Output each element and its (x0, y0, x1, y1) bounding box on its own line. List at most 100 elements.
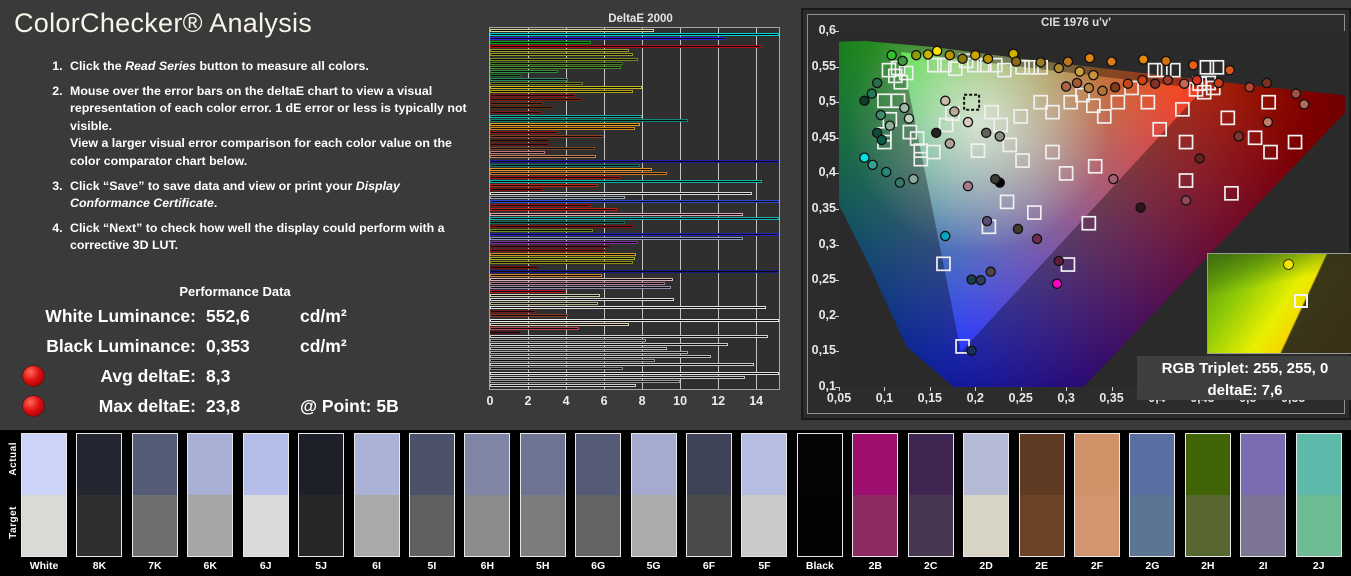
deltae-bar[interactable] (490, 314, 568, 318)
deltae-bar[interactable] (490, 265, 538, 269)
deltae-bar[interactable] (490, 249, 606, 253)
deltae-bar[interactable] (490, 102, 544, 106)
deltae-bar[interactable] (490, 334, 768, 338)
deltae-bar[interactable] (490, 224, 633, 228)
deltae-bar[interactable] (490, 188, 544, 192)
cie-measured-point[interactable] (1135, 202, 1146, 213)
deltae-bar[interactable] (490, 216, 779, 220)
deltae-bar[interactable] (490, 69, 559, 73)
cie-measured-point[interactable] (1060, 81, 1072, 92)
deltae-bar[interactable] (490, 253, 637, 257)
cie-measured-point[interactable] (908, 173, 919, 185)
deltae-bar[interactable] (490, 257, 635, 261)
deltae-bar[interactable] (490, 82, 584, 86)
cie-measured-point[interactable] (1261, 77, 1273, 89)
deltae-bar[interactable] (490, 269, 779, 273)
deltae-bar[interactable] (490, 241, 639, 245)
deltae-bar[interactable] (490, 122, 641, 126)
cie-measured-point[interactable] (1191, 74, 1203, 86)
cie-measured-point[interactable] (1108, 173, 1119, 185)
cie-measured-point[interactable] (1149, 78, 1161, 89)
deltae-bar[interactable] (490, 179, 762, 183)
deltae-bar[interactable] (490, 204, 591, 208)
deltae-bar[interactable] (490, 290, 567, 293)
deltae-bar[interactable] (490, 45, 762, 49)
cie-measured-point[interactable] (966, 345, 977, 356)
deltae-bar[interactable] (490, 208, 618, 212)
cie-measured-point[interactable] (962, 116, 974, 128)
cie-measured-point[interactable] (1137, 74, 1148, 86)
deltae-bar[interactable] (490, 318, 779, 322)
cie-measured-point[interactable] (1053, 255, 1065, 267)
deltae-bar[interactable] (490, 49, 629, 53)
cie-measured-point[interactable] (962, 180, 974, 192)
deltae-bar[interactable] (490, 167, 652, 171)
deltae-bar[interactable] (490, 277, 673, 281)
deltae-bar[interactable] (490, 114, 643, 118)
deltae-bar[interactable] (490, 371, 779, 375)
deltae-bar[interactable] (490, 330, 521, 334)
deltae-bar[interactable] (490, 163, 641, 167)
deltae-bar[interactable] (490, 53, 633, 57)
deltae-bar[interactable] (490, 33, 779, 37)
deltae-bar[interactable] (490, 171, 667, 175)
cie-measured-point[interactable] (899, 102, 910, 114)
cie-measured-point[interactable] (867, 159, 878, 171)
cie-measured-point[interactable] (985, 266, 996, 277)
cie-measured-point[interactable] (1097, 85, 1108, 97)
deltae-bar[interactable] (490, 73, 523, 77)
deltae-bar[interactable] (490, 326, 580, 330)
deltae-bar[interactable] (490, 175, 622, 179)
cie-measured-point[interactable] (1010, 56, 1022, 67)
deltae-bar[interactable] (490, 65, 622, 69)
deltae-bar[interactable] (490, 118, 688, 122)
cie-measured-point[interactable] (981, 215, 993, 227)
deltae-bar[interactable] (490, 367, 624, 371)
deltae-bar[interactable] (490, 151, 546, 155)
deltae-bar[interactable] (490, 110, 542, 114)
deltae-bar[interactable] (490, 61, 624, 65)
deltae-bar[interactable] (490, 281, 665, 285)
deltae-bar[interactable] (490, 285, 671, 289)
cie-measured-point[interactable] (1074, 66, 1085, 77)
cie-measured-point[interactable] (931, 45, 943, 57)
deltae-bar[interactable] (490, 310, 536, 314)
cie-measured-point[interactable] (1178, 78, 1190, 89)
cie-measured-point[interactable] (1162, 74, 1174, 86)
cie-measured-point[interactable] (1138, 54, 1149, 65)
cie-measured-point[interactable] (894, 177, 906, 188)
cie-measured-point[interactable] (886, 49, 897, 61)
deltae-bar[interactable] (490, 126, 635, 130)
deltae-bar[interactable] (490, 363, 755, 367)
cie-measured-point[interactable] (1233, 131, 1244, 142)
deltae-bar[interactable] (490, 379, 681, 383)
cie-measured-point[interactable] (866, 88, 877, 99)
deltae-bar[interactable] (490, 130, 559, 134)
deltae-bar[interactable] (490, 159, 779, 163)
deltae-bar[interactable] (490, 232, 779, 236)
cie-measured-point[interactable] (880, 166, 892, 178)
cie-measured-point[interactable] (957, 53, 968, 65)
deltae-bar[interactable] (490, 359, 656, 363)
cie-measured-point[interactable] (1088, 69, 1099, 81)
deltae-bar[interactable] (490, 383, 637, 387)
cie-measured-point[interactable] (1224, 64, 1235, 76)
cie-measured-point[interactable] (1244, 81, 1255, 93)
deltae-bar[interactable] (490, 273, 603, 277)
deltae-bar[interactable] (490, 343, 728, 347)
cie-measured-point[interactable] (975, 274, 986, 286)
cie-measured-point[interactable] (903, 113, 915, 124)
deltae-bar[interactable] (490, 192, 753, 196)
cie-measured-point[interactable] (1122, 78, 1134, 89)
deltae-bar[interactable] (490, 375, 745, 379)
cie-measured-point[interactable] (1031, 233, 1043, 245)
cie-measured-point[interactable] (940, 230, 951, 242)
cie-measured-point[interactable] (1053, 62, 1065, 74)
deltae-bar[interactable] (490, 98, 582, 102)
cie-measured-point[interactable] (944, 138, 956, 149)
deltae-bar[interactable] (490, 41, 591, 45)
cie-measured-point[interactable] (966, 274, 977, 285)
cie-measured-point[interactable] (1298, 99, 1310, 110)
deltae-bar[interactable] (490, 37, 726, 41)
cie-measured-point[interactable] (1262, 116, 1274, 128)
